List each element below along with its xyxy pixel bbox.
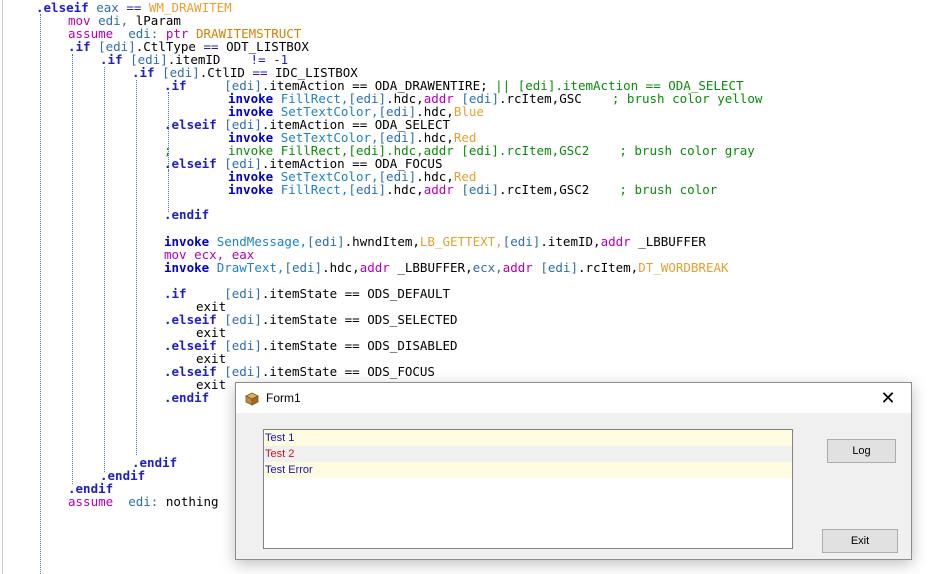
code-token: .itemState == ODS_FOCUS [261, 364, 435, 379]
code-token: FillRect, [280, 182, 349, 197]
indent-guide [136, 80, 137, 455]
code-token: .hdc, [322, 260, 360, 275]
form1-window: Form1 ✕ Test 1 Test 2 Test Error Log Exi… [235, 382, 912, 560]
code-token: assume [68, 494, 129, 509]
code-token: invoke [228, 182, 281, 197]
code-token: edi: [128, 494, 166, 509]
code-token: .rcItem, [578, 260, 639, 275]
code-token: .elseif [164, 156, 225, 171]
code-token: [edi] [540, 260, 578, 275]
code-token: [edi] [348, 182, 387, 197]
code-token: .rcItem,GSC [498, 91, 612, 106]
indent-guide [72, 54, 73, 484]
code-token: .endif [164, 207, 210, 222]
code-token: .rcItem,GSC2 [498, 182, 620, 197]
code-token: [edi] [224, 312, 262, 327]
code-token: .itemState == ODS_DISABLED [261, 338, 458, 353]
exit-button-label: Exit [850, 535, 870, 547]
code-token: invoke [164, 260, 217, 275]
code-token: addr [423, 182, 462, 197]
code-line[interactable]: .endif [164, 391, 209, 404]
code-token: [edi] [284, 260, 323, 275]
code-line[interactable]: .endif [164, 208, 209, 221]
list-item-label: Test 2 [265, 448, 295, 460]
close-icon: ✕ [880, 387, 896, 408]
code-token: [edi] [224, 364, 262, 379]
code-token: ; brush color [619, 182, 718, 197]
list-item[interactable]: Test Error [264, 462, 792, 478]
code-token: nothing [165, 494, 219, 509]
close-button[interactable]: ✕ [865, 383, 911, 413]
app-icon [245, 392, 259, 406]
indent-guide [168, 170, 169, 210]
window-titlebar[interactable]: Form1 ✕ [236, 383, 911, 413]
log-button-label: Log [852, 445, 871, 457]
list-item-label: Test Error [265, 464, 313, 476]
code-token: .endif [164, 390, 210, 405]
items-listbox[interactable]: Test 1 Test 2 Test Error [263, 429, 793, 549]
code-line[interactable]: invoke FillRect,[edi].hdc,addr [edi].rcI… [228, 183, 717, 196]
code-token: .hwndItem, [344, 234, 420, 249]
code-token: [edi] [224, 286, 262, 301]
code-token: [edi] [461, 182, 499, 197]
comment-marker: ; [164, 143, 172, 158]
indent-guide [40, 14, 41, 574]
list-item[interactable]: Test 2 [264, 446, 792, 462]
code-token: [edi] [224, 338, 262, 353]
code-token: _LBBUFFER, [397, 260, 473, 275]
code-token: .if [132, 65, 163, 80]
code-token: .itemID, [540, 234, 601, 249]
code-token: DT_WORDBREAK [638, 260, 729, 275]
code-token: .if [68, 39, 99, 54]
code-token: .if [100, 52, 131, 67]
log-button[interactable]: Log [827, 439, 896, 463]
code-token: addr [600, 234, 639, 249]
code-token: LB_GETTEXT, [419, 234, 503, 249]
code-line[interactable]: invoke DrawText,[edi].hdc,addr _LBBUFFER… [164, 261, 729, 274]
code-token: ; brush color yellow [611, 91, 763, 106]
code-token: .hdc, [386, 182, 424, 197]
code-token: _LBBUFFER [638, 234, 706, 249]
code-token: .elseif [164, 117, 225, 132]
code-token: [edi] [307, 234, 345, 249]
indent-guide [104, 67, 105, 472]
code-token: addr [359, 260, 398, 275]
list-item[interactable]: Test 1 [264, 430, 792, 446]
editor-gutter-line [2, 0, 3, 574]
code-token: [edi] [502, 234, 541, 249]
code-token: .itemState == ODS_DEFAULT [261, 286, 451, 301]
exit-button[interactable]: Exit [822, 529, 898, 553]
code-token: .if [164, 78, 225, 93]
window-title: Form1 [266, 391, 301, 405]
code-token: ecx, [472, 260, 503, 275]
code-line[interactable]: assume edi: nothing [68, 495, 219, 508]
code-token: .itemState == ODS_SELECTED [261, 312, 458, 327]
code-token: Blue [453, 104, 484, 119]
list-item-label: Test 1 [265, 432, 295, 444]
code-token: DrawText, [216, 260, 285, 275]
code-token: addr [502, 260, 541, 275]
